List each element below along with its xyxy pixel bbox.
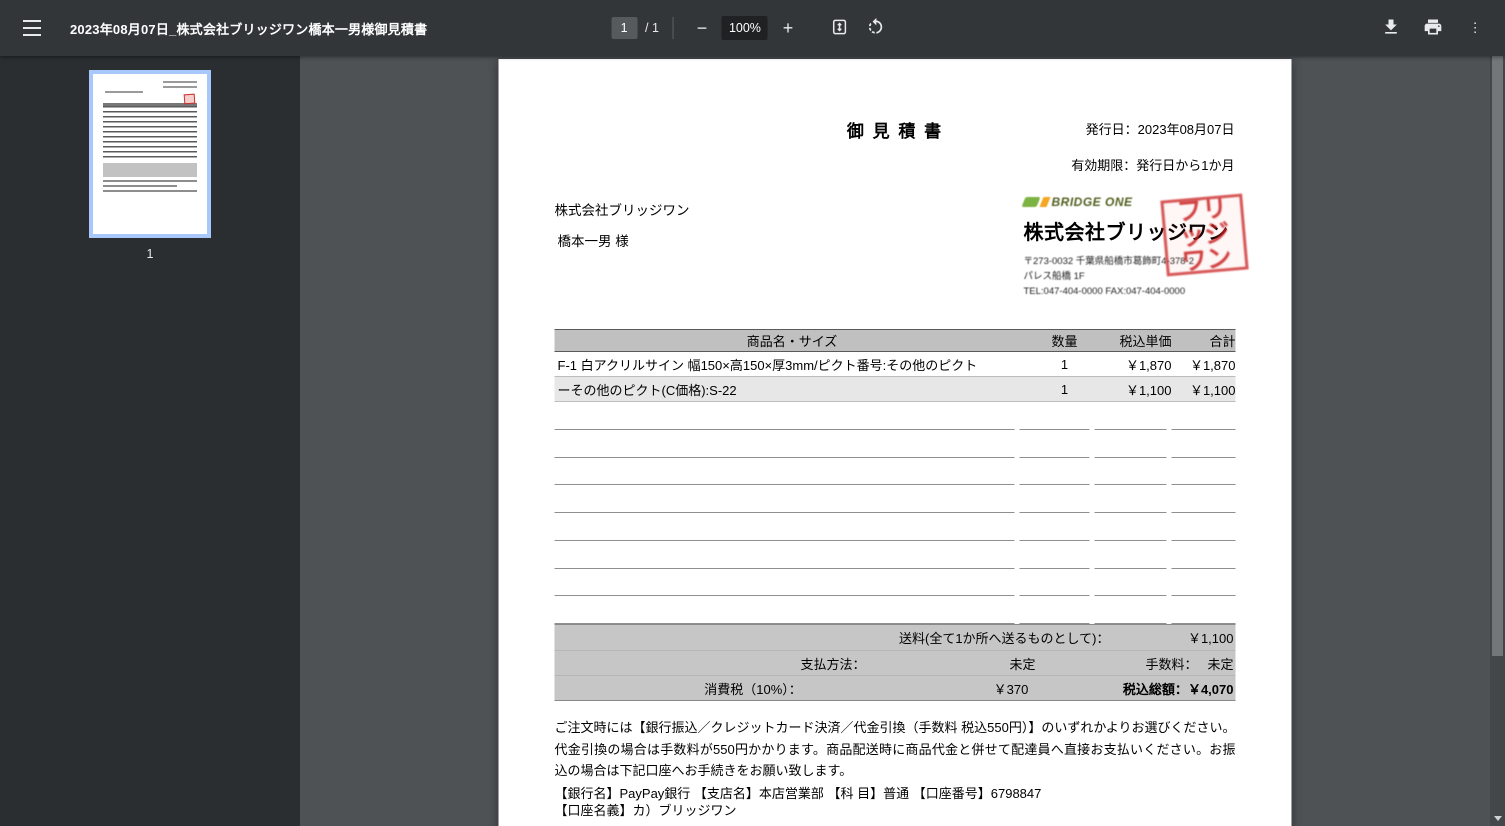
table-header-row: 商品名・サイズ 数量 税込単価 合計 (554, 329, 1236, 352)
client-block: 株式会社ブリッジワン 橋本一男 様 (555, 199, 690, 250)
table-row: F-1 白アクリルサイン 幅150×高150×厚3mm/ピクト番号:その他のピク… (554, 352, 1236, 377)
vendor-logo-text: BRIDGE ONE (1051, 195, 1133, 209)
table-empty-row (554, 485, 1236, 513)
thumbnail-line (163, 86, 197, 88)
shipping-value: ￥1,100 (1187, 631, 1234, 646)
thumbnail-line (105, 91, 143, 93)
header-total: 合計 (1209, 334, 1236, 349)
table-empty-row (554, 430, 1236, 458)
grand-total-value: ￥4,070 (1187, 681, 1234, 697)
bank-holder-line: 【口座名義】カ）ブリッジワン (554, 803, 737, 818)
vendor-block: BRIDGE ONE 株式会社ブリッジワン ブリッジワン 〒273-0032 千… (1021, 193, 1249, 299)
table-empty-row (554, 402, 1236, 430)
zoom-in-button[interactable]: + (774, 14, 802, 42)
menu-icon[interactable] (14, 10, 50, 46)
payment-method-value: 未定 (1009, 656, 1036, 672)
item-name: F-1 白アクリルサイン 幅150×高150×厚3mm/ピクト番号:その他のピク… (557, 357, 978, 373)
toolbar-right: ⋮ (1373, 10, 1505, 46)
items-table: 商品名・サイズ 数量 税込単価 合計 F-1 白アクリルサイン 幅150×高15… (554, 329, 1236, 624)
fee-value: 未定 (1207, 656, 1234, 672)
client-company: 株式会社ブリッジワン (554, 203, 690, 218)
table-empty-row (554, 596, 1236, 624)
item-unit-price: ￥1,870 (1125, 357, 1172, 373)
summary-block: 送料(全て1か所へ送るものとして)： ￥1,100 支払方法： 未定 手数料： … (554, 624, 1236, 701)
shipping-label: 送料(全て1か所へ送るものとして)： (899, 631, 1110, 646)
thumbnail-line (163, 81, 197, 83)
bank-account-line: 【銀行名】PayPay銀行 【支店名】本店営業部 【科 目】普通 【口座番号】6… (554, 786, 1042, 801)
table-empty-rows (554, 402, 1236, 624)
date-block: 発行日：2023年08月07日 有効期限：発行日から1か月 (1071, 119, 1234, 174)
pdf-page: 御 見 積 書 発行日：2023年08月07日 有効期限：発行日から1か月 株式… (498, 59, 1292, 826)
seal-text: ブリッジワン (1176, 193, 1233, 276)
download-button[interactable] (1373, 10, 1409, 46)
item-unit-price: ￥1,100 (1125, 382, 1172, 398)
tax-label: 消費税（10%）： (704, 681, 802, 697)
summary-total-row: 消費税（10%）： ￥370 税込総額： ￥4,070 (554, 675, 1236, 700)
rotate-icon (866, 17, 886, 40)
tax-value: ￥370 (993, 681, 1029, 697)
viewer-content: 1 御 見 積 書 発行日：2023年08月07日 有効期限：発行日から1か月 … (0, 56, 1505, 826)
thumbnail-seal (183, 93, 196, 105)
company-seal-stamp: ブリッジワン (1160, 193, 1249, 277)
grand-total-label: 税込総額： (1122, 681, 1188, 697)
fit-to-page-button[interactable] (822, 10, 858, 46)
page-count-label: / 1 (645, 21, 659, 35)
table-empty-row (554, 458, 1236, 486)
download-icon (1381, 17, 1401, 40)
thumbnail-table (103, 103, 197, 159)
table-empty-row (554, 513, 1236, 541)
page-thumbnail[interactable] (89, 70, 211, 238)
header-product: 商品名・サイズ (746, 334, 838, 349)
thumbnail-page-number: 1 (146, 247, 154, 261)
bank-info: 【銀行名】PayPay銀行 【支店名】本店営業部 【科 目】普通 【口座番号】6… (555, 785, 1236, 819)
thumbnail-sidebar: 1 (0, 56, 300, 826)
toolbar-left: 2023年08月07日_株式会社ブリッジワン橋本一男様御見積書 (0, 10, 427, 46)
toolbar-divider (672, 17, 674, 39)
document-title: 2023年08月07日_株式会社ブリッジワン橋本一男様御見積書 (70, 21, 428, 37)
pdf-viewport: 御 見 積 書 発行日：2023年08月07日 有効期限：発行日から1か月 株式… (300, 56, 1490, 826)
thumbnail-line (103, 180, 197, 182)
payment-method-label: 支払方法： (800, 656, 866, 672)
logo-mark-icon (1021, 197, 1041, 207)
item-qty: 1 (1060, 356, 1069, 372)
summary-shipping-row: 送料(全て1か所へ送るものとして)： ￥1,100 (555, 625, 1236, 650)
print-icon (1423, 17, 1443, 40)
scrollbar-thumb[interactable] (1492, 56, 1503, 656)
pdf-toolbar: 2023年08月07日_株式会社ブリッジワン橋本一男様御見積書 / 1 − 10… (0, 0, 1505, 56)
item-total: ￥1,870 (1189, 357, 1236, 373)
chevron-down-icon (1493, 815, 1502, 825)
vertical-scrollbar[interactable] (1490, 56, 1505, 826)
print-button[interactable] (1415, 10, 1451, 46)
table-empty-row (554, 569, 1236, 597)
item-qty: 1 (1060, 381, 1069, 397)
thumbnail-summary (103, 163, 197, 177)
thumbnail-line (103, 190, 197, 192)
fee-label: 手数料： (1145, 656, 1198, 672)
table-row: ーその他のピクト(C価格):S-22 1 ￥1,100 ￥1,100 (554, 377, 1236, 402)
pdf-viewer-app: 2023年08月07日_株式会社ブリッジワン橋本一男様御見積書 / 1 − 10… (0, 0, 1505, 826)
more-options-icon[interactable]: ⋮ (1457, 10, 1493, 46)
scroll-down-button[interactable] (1490, 810, 1505, 826)
vendor-address-line: TEL:047-404-0000 FAX:047-404-0000 (1023, 286, 1186, 297)
thumbnail-line (103, 185, 177, 187)
header-unit-price: 税込単価 (1119, 334, 1172, 349)
table-empty-row (554, 541, 1236, 569)
item-name: ーその他のピクト(C価格):S-22 (557, 382, 737, 398)
zoom-out-button[interactable]: − (688, 14, 716, 42)
thumbnail-preview (97, 78, 203, 230)
summary-payment-row: 支払方法： 未定 手数料： 未定 (554, 650, 1236, 675)
rotate-counterclockwise-button[interactable] (858, 10, 894, 46)
issue-date: 発行日：2023年08月07日 (1085, 122, 1235, 137)
fit-to-page-icon (830, 17, 850, 40)
client-name: 橋本一男 様 (557, 234, 629, 249)
header-quantity: 数量 (1051, 334, 1078, 349)
order-notes: ご注文時には【銀行振込／クレジットカード決済／代金引換（手数料 税込550円）】… (554, 720, 1236, 778)
expiry-date: 有効期限：発行日から1か月 (1071, 158, 1235, 173)
logo-mark-icon (1039, 197, 1051, 207)
toolbar-center: / 1 − 100% + (611, 10, 894, 46)
zoom-level-display: 100% (721, 16, 768, 40)
page-number-input[interactable] (611, 17, 638, 39)
item-total: ￥1,100 (1189, 382, 1236, 398)
